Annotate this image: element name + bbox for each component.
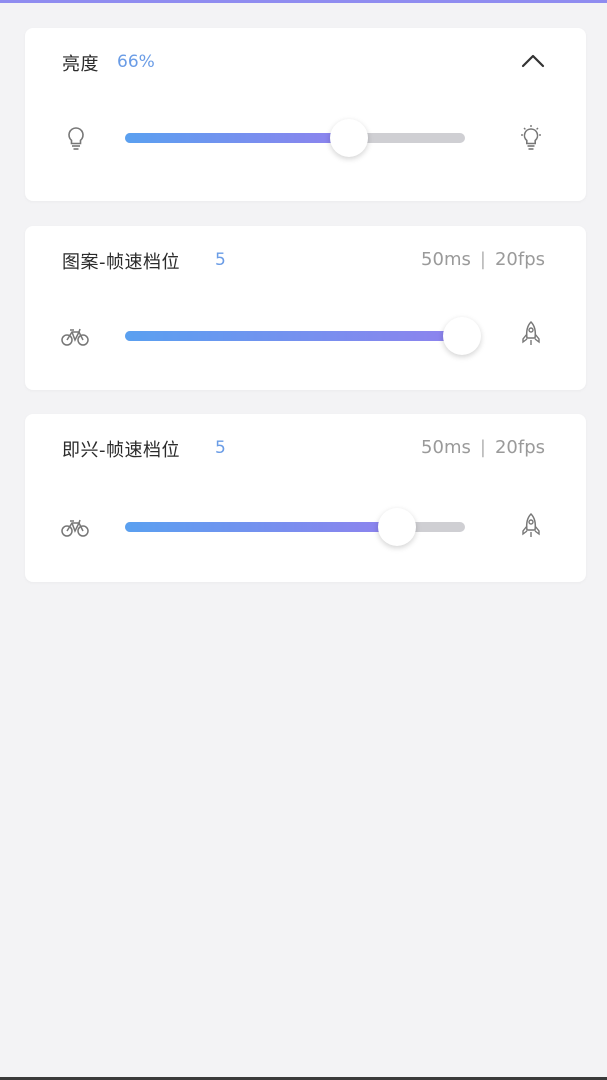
improv-speed-fps: 20fps	[494, 437, 545, 458]
rocket-icon	[522, 320, 540, 345]
improv-speed-slider[interactable]	[125, 508, 465, 546]
bulb-icon	[68, 127, 84, 150]
improv-speed-slider-fill	[125, 522, 397, 532]
pattern-speed-card: 图案-帧速档位 5 50ms | 20fps	[25, 226, 586, 390]
brightness-slider-fill	[125, 133, 350, 143]
improv-speed-separator: |	[479, 437, 486, 458]
pattern-speed-separator: |	[479, 249, 486, 270]
pattern-speed-title: 图案-帧速档位	[62, 252, 180, 273]
improv-speed-value: 5	[215, 438, 226, 458]
brightness-slider-thumb[interactable]	[330, 119, 369, 157]
bicycle-icon	[61, 519, 89, 537]
bulb-bright-icon	[521, 125, 541, 150]
improv-speed-title: 即兴-帧速档位	[62, 440, 180, 461]
pattern-speed-interval: 50ms	[421, 249, 471, 270]
bicycle-icon	[61, 328, 89, 346]
improv-speed-interval: 50ms	[421, 437, 471, 458]
top-accent-strip	[0, 0, 607, 3]
brightness-value: 66%	[117, 52, 155, 72]
chevron-up-icon[interactable]	[520, 51, 546, 71]
pattern-speed-value: 5	[215, 250, 226, 270]
pattern-speed-info: 50ms | 20fps	[421, 249, 545, 270]
brightness-slider[interactable]	[125, 119, 465, 157]
improv-speed-slider-thumb[interactable]	[378, 508, 416, 546]
improv-speed-info: 50ms | 20fps	[421, 437, 545, 458]
pattern-speed-fps: 20fps	[494, 249, 545, 270]
brightness-card: 亮度 66%	[25, 28, 586, 201]
pattern-speed-slider-thumb[interactable]	[442, 317, 481, 355]
brightness-title: 亮度	[62, 54, 99, 75]
pattern-speed-slider-fill	[125, 331, 465, 341]
pattern-speed-slider[interactable]	[125, 317, 481, 355]
rocket-icon	[522, 512, 540, 537]
improv-speed-card: 即兴-帧速档位 5 50ms | 20fps	[25, 414, 586, 582]
